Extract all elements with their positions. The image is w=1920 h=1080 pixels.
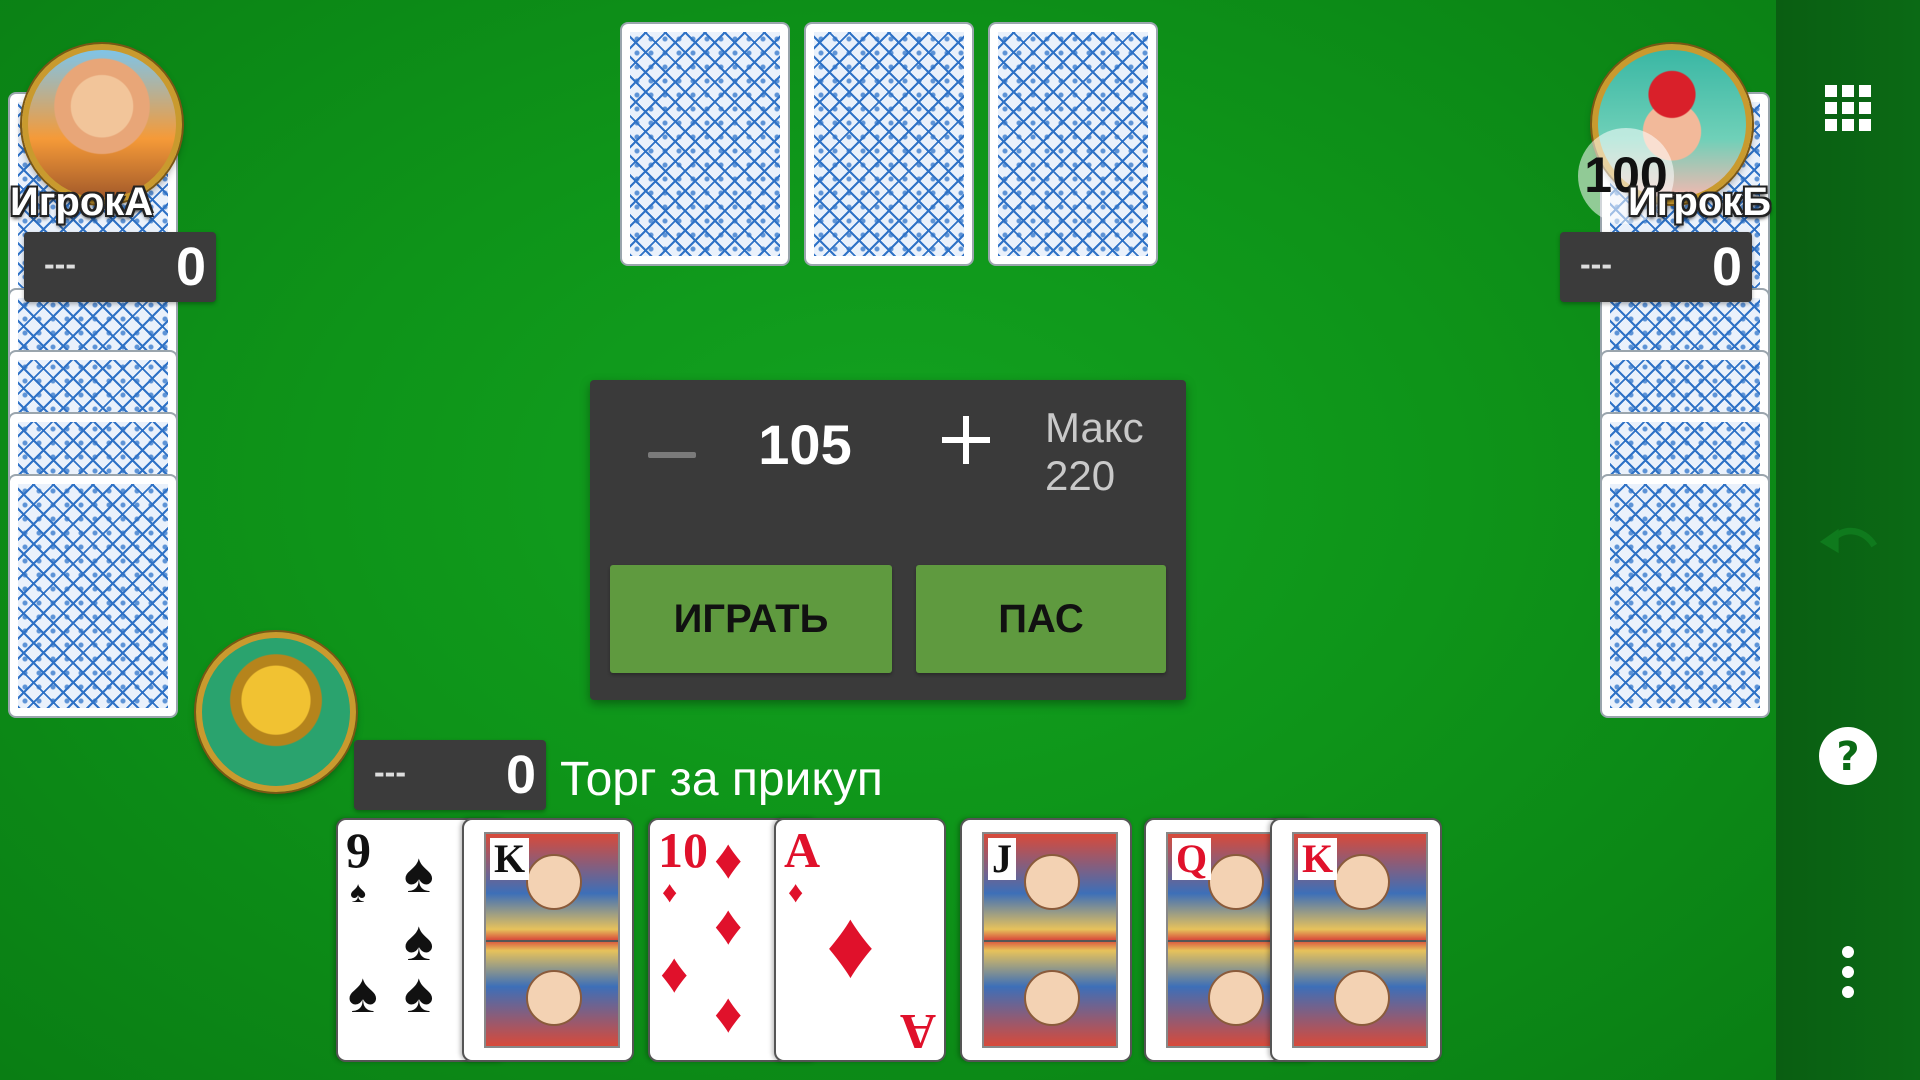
pass-button[interactable]: ПАС <box>916 565 1166 673</box>
hand-card[interactable]: K <box>1270 818 1442 1062</box>
bid-panel: 105 Макс 220 ИГРАТЬ ПАС <box>590 380 1186 700</box>
max-bid: Макс 220 <box>1045 404 1144 500</box>
undo-icon[interactable] <box>1818 510 1878 570</box>
hand-card[interactable]: K <box>462 818 634 1062</box>
more-vert-icon[interactable] <box>1818 942 1878 1002</box>
player-a-bid: --- <box>44 246 76 282</box>
self-score-box: --- 0 <box>354 740 546 810</box>
player-b-score: 0 <box>1711 237 1742 297</box>
player-a-name: ИгрокА <box>10 180 154 224</box>
max-bid-value: 220 <box>1045 452 1116 499</box>
help-icon[interactable]: ? <box>1818 726 1878 786</box>
hand-card[interactable]: J <box>960 818 1132 1062</box>
play-button[interactable]: ИГРАТЬ <box>610 565 892 673</box>
svg-text:?: ? <box>1836 734 1859 780</box>
bid-value: 105 <box>758 413 852 476</box>
player-b-score-box: --- 0 <box>1560 232 1752 302</box>
grid-menu-icon[interactable] <box>1818 78 1878 138</box>
self-avatar[interactable] <box>196 632 356 792</box>
self-bid: --- <box>374 754 406 790</box>
decrease-bid-button[interactable] <box>648 452 696 458</box>
max-bid-label: Макс <box>1045 404 1144 451</box>
self-score: 0 <box>505 745 536 805</box>
increase-bid-button[interactable] <box>936 410 996 470</box>
talon-card-3 <box>988 22 1158 266</box>
player-a-score-box: --- 0 <box>24 232 216 302</box>
status-text: Торг за прикуп <box>560 753 883 806</box>
player-a-score: 0 <box>175 237 206 297</box>
hand-card[interactable]: A ♦ ♦ A <box>774 818 946 1062</box>
talon-card-1 <box>620 22 790 266</box>
talon-card-2 <box>804 22 974 266</box>
player-b-bid: --- <box>1580 246 1612 282</box>
player-b-name: ИгрокБ <box>1628 180 1772 224</box>
